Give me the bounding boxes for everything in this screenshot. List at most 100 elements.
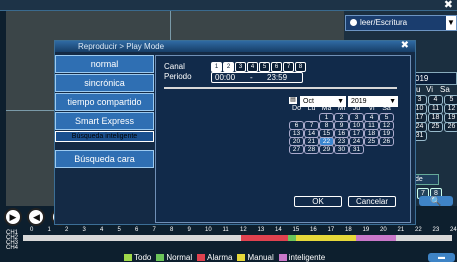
timeline-hour: 22 — [415, 227, 422, 233]
right-calendar-row: 24 25 26 — [412, 121, 457, 132]
right-calendar-day[interactable]: 25 — [428, 122, 443, 132]
channel-checkbox-3[interactable]: 3 — [235, 62, 246, 72]
search-panel: Canal Periodo 12345678 00:00 - 23:59 ▤ O… — [155, 55, 411, 223]
calendar-week: 13 14 15 16 17 18 19 — [289, 129, 399, 138]
calendar-day[interactable]: 30 — [334, 145, 349, 154]
rw-select[interactable]: leer/Escritura ▼ — [345, 15, 457, 31]
timeline-hour: 4 — [100, 227, 104, 233]
menu-item-2[interactable]: tiempo compartido — [55, 93, 154, 111]
channel-checkbox-7[interactable]: 7 — [283, 62, 294, 72]
calendar-day-header: Ju — [352, 105, 361, 112]
timeline-hour: 21 — [397, 227, 405, 233]
legend-label: Todo — [134, 253, 152, 262]
timeline-hour: 2 — [65, 227, 69, 233]
timeline-hours: 0 1 2 3 4 5 6 7 8 9 10 11 12 13 14 15 16 17 18 19 20 21 22 23 24 — [30, 227, 457, 235]
channel-checkbox-6[interactable]: 6 — [271, 62, 282, 72]
timeline-hour: 7 — [152, 227, 156, 233]
calendar-day[interactable]: 27 — [289, 145, 304, 154]
legend-item[interactable]: Todo — [124, 253, 151, 262]
legend-item[interactable]: Alarma — [197, 253, 232, 262]
close-icon[interactable]: ✖ — [444, 0, 453, 11]
play-mode-dialog: Reproducir > Play Mode ✖ normal sincrónic… — [54, 40, 416, 225]
timeline-smart-segment — [356, 235, 396, 241]
timeline-hour: 18 — [345, 227, 352, 233]
right-calendar-headers: Ju Vi Sa — [412, 85, 457, 94]
canal-label: Canal — [164, 62, 185, 71]
legend-check-icon — [124, 254, 132, 261]
legend-check-icon — [237, 254, 246, 261]
channel-checkbox-1[interactable]: 1 — [211, 62, 222, 72]
toggle-icon[interactable]: ▬ — [428, 253, 455, 262]
calendar-day-header: Do — [292, 105, 301, 112]
search-button[interactable]: 🔍 — [419, 196, 453, 206]
top-bar: ✖ — [0, 0, 457, 11]
legend-item[interactable]: inteligente — [278, 253, 326, 262]
calendar-day-header: Ma — [321, 105, 332, 112]
timeline-hour: 14 — [275, 227, 282, 233]
cancel-button[interactable]: Cancelar — [348, 196, 396, 207]
calendar-day[interactable]: 28 — [304, 145, 319, 154]
channel-checkbox-4[interactable]: 4 — [247, 62, 258, 72]
timeline-hour: 0 — [30, 227, 34, 233]
year-field[interactable]: 019 — [412, 72, 457, 85]
timeline-hour: 8 — [170, 227, 174, 233]
right-calendar: 019 Ju Vi Sa 3 4 5 10 11 12 17 18 19 24 25 26 31 — [412, 72, 457, 141]
timeline-hour: 3 — [82, 227, 86, 233]
menu-item-0[interactable]: normal — [55, 55, 154, 73]
channel-label: CH4 — [6, 245, 19, 251]
menu-item-4[interactable]: Búsqueda inteligente — [55, 131, 154, 142]
timeline-hour: 24 — [450, 227, 457, 233]
legend-label: Alarma — [207, 253, 233, 262]
legend: Todo Normal Alarma Manual inteligente — [124, 253, 330, 262]
legend-item[interactable]: Manual — [237, 253, 274, 262]
ok-button[interactable]: OK — [294, 196, 342, 207]
legend-label: Normal — [166, 253, 193, 262]
channel-checkbox-5[interactable]: 5 — [259, 62, 270, 72]
calendar-day[interactable]: 29 — [319, 145, 334, 154]
divider — [164, 87, 397, 89]
timeline-hour: 1 — [47, 227, 51, 233]
calendar-icon[interactable]: ▤ — [289, 97, 297, 104]
period-time-input[interactable]: 00:00 - 23:59 — [211, 72, 303, 83]
timeline-manual-segment — [296, 235, 356, 241]
dialog-title-bar: Reproducir > Play Mode ✖ — [55, 40, 415, 52]
timeline-hour: 20 — [380, 227, 387, 233]
legend-check-icon — [156, 254, 165, 261]
legend-check-icon — [197, 254, 206, 261]
legend-label: Manual — [247, 253, 274, 262]
calendar-day-header: Vi — [368, 105, 375, 112]
close-icon[interactable]: ✖ — [401, 40, 409, 51]
legend-item[interactable]: Normal — [156, 253, 192, 262]
timeline-hour: 6 — [135, 227, 139, 233]
periodo-label: Periodo — [164, 72, 192, 81]
timeline-hour: 11 — [222, 227, 229, 233]
menu-item-3[interactable]: Smart Express — [55, 112, 154, 130]
calendar-week: 12345 — [289, 113, 399, 122]
timeline-hour: 12 — [240, 227, 247, 233]
menu-item-5[interactable]: Búsqueda cara — [55, 150, 154, 168]
calendar-day-header: Mi — [337, 105, 346, 112]
channel-labels: CH1 CH2 CH3 CH4 — [6, 230, 19, 251]
stop-icon[interactable]: ◀ — [27, 208, 46, 226]
play-icon[interactable]: ▶ — [4, 208, 22, 226]
timeline-hour: 19 — [362, 227, 370, 233]
channel-checkbox-8[interactable]: 8 — [295, 62, 306, 72]
menu-item-1[interactable]: sincrónica — [55, 74, 154, 92]
channel-checkbox-2[interactable]: 2 — [223, 62, 234, 72]
calendar: ▤ Oct ▼ 2019 ▼ Do Lu Ma Mi Ju Vi Sa 1234567891… — [289, 96, 399, 154]
right-calendar-header: Sa — [440, 85, 450, 94]
right-calendar-row: 10 11 12 — [412, 103, 457, 114]
calendar-week: 27 28 29 30 31 — [289, 145, 399, 154]
right-calendar-header: Vi — [426, 85, 433, 94]
timeline-hour: 5 — [117, 227, 121, 233]
timeline-bar[interactable] — [23, 235, 452, 241]
timeline-hour: 9 — [187, 227, 191, 233]
right-calendar-day[interactable]: 26 — [444, 122, 457, 132]
calendar-day[interactable]: 31 — [349, 145, 364, 154]
timeline-hour: 17 — [327, 227, 335, 233]
timeline-hour: 13 — [257, 227, 265, 233]
chevron-down-icon[interactable]: ▼ — [446, 16, 456, 30]
radio-icon — [350, 19, 357, 26]
legend-label: inteligente — [288, 253, 326, 262]
calendar-week: 20 21 22 23 24 25 26 — [289, 137, 399, 146]
